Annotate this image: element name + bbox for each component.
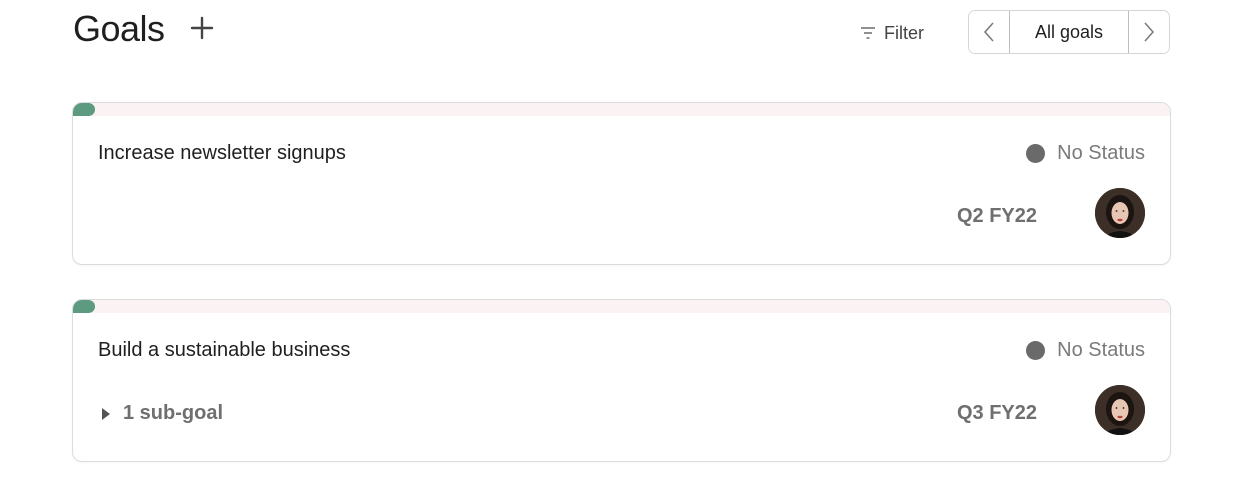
goal-period: Q2 FY22 xyxy=(956,205,1037,227)
subgoal-toggle[interactable]: 1 sub-goal xyxy=(101,402,223,425)
goal-progress-fill xyxy=(73,103,95,116)
goal-status[interactable]: No Status xyxy=(1026,142,1145,165)
page-title: Goals xyxy=(73,8,165,49)
add-goal-button[interactable] xyxy=(188,14,216,42)
owner-avatar[interactable] xyxy=(1095,188,1145,238)
status-label: No Status xyxy=(1057,339,1145,361)
goal-card[interactable]: Build a sustainable business No Status 1… xyxy=(72,299,1171,462)
goal-scope-selector[interactable]: All goals xyxy=(1009,11,1129,53)
plus-icon xyxy=(190,16,214,40)
goal-status[interactable]: No Status xyxy=(1026,339,1145,362)
previous-button[interactable] xyxy=(969,11,1009,53)
subgoal-count: 1 sub-goal xyxy=(123,402,224,424)
filter-icon xyxy=(861,27,875,39)
chevron-left-icon xyxy=(983,22,994,42)
chevron-right-icon xyxy=(1144,22,1155,42)
next-button[interactable] xyxy=(1129,11,1169,53)
filter-button[interactable]: Filter xyxy=(860,20,924,46)
goal-progress-bar xyxy=(73,103,1170,116)
filter-label: Filter xyxy=(884,22,924,43)
owner-avatar[interactable] xyxy=(1095,385,1145,435)
status-dot-icon xyxy=(1026,144,1046,163)
status-dot-icon xyxy=(1026,341,1046,360)
goal-title[interactable]: Build a sustainable business xyxy=(98,339,350,362)
goals-page: Goals Filter All goals Increase newslett… xyxy=(0,0,1250,490)
avatar-image xyxy=(1095,188,1145,238)
avatar-image xyxy=(1095,385,1145,435)
goal-progress-fill xyxy=(73,300,95,313)
goal-period: Q3 FY22 xyxy=(956,402,1037,424)
caret-right-icon xyxy=(102,407,110,420)
goal-progress-bar xyxy=(73,300,1170,313)
status-label: No Status xyxy=(1057,142,1145,164)
goal-pager: All goals xyxy=(968,10,1170,54)
goal-card[interactable]: Increase newsletter signups No Status Q2… xyxy=(72,102,1171,265)
goal-title[interactable]: Increase newsletter signups xyxy=(98,142,346,165)
